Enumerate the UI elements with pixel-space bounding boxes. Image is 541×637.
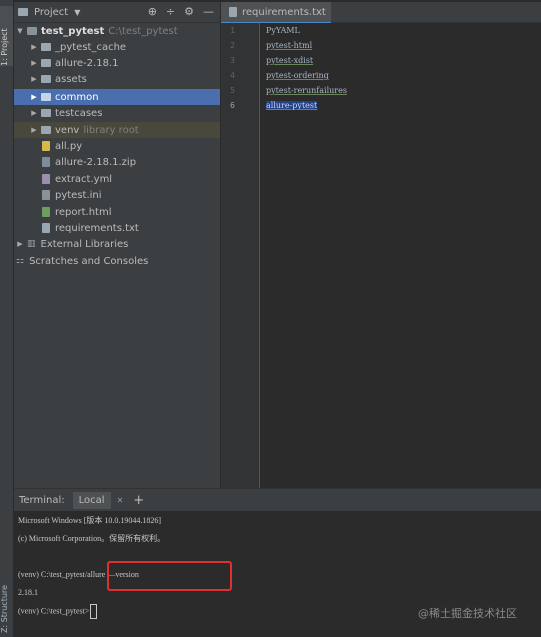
tab-local-session[interactable]: Local	[72, 491, 111, 509]
expand-arrow-icon[interactable]: ▶	[30, 59, 38, 67]
target-icon[interactable]: ⊕	[148, 5, 157, 18]
python-file-icon	[42, 141, 50, 151]
tree-item-report-html[interactable]: report.html	[14, 204, 220, 220]
tree-item-pytest-cache[interactable]: ▶ _pytest_cache	[14, 39, 220, 55]
project-tool-tab[interactable]: 1: Project	[0, 6, 13, 66]
tree-root-path: C:\test_pytest	[108, 25, 178, 37]
expand-arrow-icon[interactable]: ▶	[30, 126, 38, 134]
line-number: 1	[230, 26, 235, 35]
line-number: 4	[230, 71, 235, 80]
line-number: 3	[230, 56, 235, 65]
text-cursor	[90, 604, 98, 619]
tree-item-label: venv	[55, 124, 80, 136]
editor-tab-bar: requirements.txt	[221, 2, 541, 24]
code-line-current: allure-pytest	[266, 101, 318, 110]
folder-icon	[27, 27, 37, 35]
tree-item-requirements-txt[interactable]: requirements.txt	[14, 220, 220, 236]
tree-item-label: allure-2.18.1	[55, 57, 119, 69]
tree-item-scratches[interactable]: ⚏ Scratches and Consoles	[14, 253, 220, 269]
tree-item-assets[interactable]: ▶ assets	[14, 71, 220, 87]
code-line: PyYAML	[266, 26, 300, 35]
project-tree: ▼ test_pytest C:\test_pytest ▶ _pytest_c…	[14, 23, 220, 488]
libraries-icon: ▥	[27, 239, 36, 249]
zip-file-icon	[42, 157, 50, 167]
tree-item-all-py[interactable]: all.py	[14, 138, 220, 154]
chevron-down-icon[interactable]: ▼	[74, 8, 80, 17]
line-number: 2	[230, 41, 235, 50]
folder-icon	[41, 43, 51, 51]
split-icon[interactable]: ÷	[166, 5, 175, 18]
code-editor[interactable]: PyYAML pytest-html pytest-xdist pytest-o…	[260, 23, 541, 488]
tree-item-label: all.py	[55, 140, 83, 152]
tree-item-extract-yml[interactable]: extract.yml	[14, 171, 220, 187]
tree-item-label: common	[55, 91, 99, 103]
line-number: 5	[230, 86, 235, 95]
tree-item-allure-zip[interactable]: allure-2.18.1.zip	[14, 154, 220, 170]
terminal-line: Microsoft Windows [版本 10.0.19044.1826]	[18, 516, 162, 525]
tree-item-label: External Libraries	[40, 238, 129, 250]
tree-item-label: allure-2.18.1.zip	[55, 156, 137, 168]
gear-icon[interactable]: ⚙	[184, 5, 194, 18]
project-panel-header: Project ▼ ⊕ ÷ ⚙ —	[14, 2, 220, 23]
text-file-icon	[229, 7, 237, 17]
code-line: pytest-html	[266, 41, 313, 50]
tree-item-label: assets	[55, 73, 87, 85]
terminal-prompt-line: (venv) C:\test_pytest>	[18, 604, 98, 619]
minimize-icon[interactable]: —	[203, 5, 214, 18]
tree-item-label: report.html	[55, 206, 112, 218]
folder-icon	[41, 93, 51, 101]
terminal-line: (c) Microsoft Corporation。保留所有权利。	[18, 534, 166, 543]
tree-item-external-libraries[interactable]: ▶ ▥ External Libraries	[14, 236, 220, 252]
line-number: 6	[230, 101, 235, 110]
expand-arrow-icon[interactable]: ▶	[30, 75, 38, 83]
new-session-icon[interactable]: +	[133, 493, 144, 508]
terminal-prompt: (venv) C:\test_pytest>	[18, 606, 90, 616]
expand-arrow-icon[interactable]: ▶	[30, 43, 38, 51]
code-line: pytest-xdist	[266, 56, 314, 65]
folder-icon	[41, 59, 51, 67]
library-root-hint: library root	[83, 124, 139, 136]
folder-icon	[41, 126, 51, 134]
folder-icon	[41, 109, 51, 117]
text-file-icon	[42, 223, 50, 233]
tree-item-label: testcases	[55, 107, 103, 119]
folder-icon	[41, 75, 51, 83]
expand-arrow-icon[interactable]: ▶	[30, 93, 38, 101]
tab-label: requirements.txt	[242, 6, 326, 18]
tree-item-label: _pytest_cache	[55, 41, 127, 53]
expand-arrow-icon[interactable]: ▶	[16, 240, 24, 248]
ini-file-icon	[42, 190, 50, 200]
html-file-icon	[42, 207, 50, 217]
tree-item-label: requirements.txt	[55, 222, 139, 234]
tree-item-pytest-ini[interactable]: pytest.ini	[14, 187, 220, 203]
tree-item-allure-folder[interactable]: ▶ allure-2.18.1	[14, 55, 220, 71]
tree-item-testcases[interactable]: ▶ testcases	[14, 105, 220, 121]
tab-requirements-txt[interactable]: requirements.txt	[221, 2, 331, 24]
left-tool-strip: 1: Project Z: Structure	[0, 0, 14, 637]
tree-item-label: extract.yml	[55, 173, 113, 185]
code-line: pytest-ordering	[266, 71, 329, 80]
code-line: pytest-rerunfailures	[266, 86, 347, 95]
close-icon[interactable]: ✕	[117, 496, 124, 505]
yaml-file-icon	[42, 174, 50, 184]
expand-arrow-icon[interactable]: ▼	[16, 27, 24, 35]
project-view-selector[interactable]: Project	[34, 7, 68, 18]
scratches-icon: ⚏	[16, 256, 25, 266]
project-toolbar: ⊕ ÷ ⚙ —	[148, 5, 214, 18]
tree-root[interactable]: ▼ test_pytest C:\test_pytest	[14, 23, 220, 39]
line-number-gutter: 1 2 3 4 5 6	[221, 23, 260, 488]
project-folder-icon	[18, 8, 28, 16]
tree-item-venv[interactable]: ▶ venv library root	[14, 122, 220, 138]
terminal-line: 2.18.1	[18, 588, 38, 597]
expand-arrow-icon[interactable]: ▶	[30, 109, 38, 117]
terminal-tab-bar: Terminal: Local ✕ +	[14, 488, 541, 511]
tree-item-label: Scratches and Consoles	[29, 255, 149, 267]
structure-tool-tab[interactable]: Z: Structure	[0, 573, 13, 633]
terminal-title: Terminal:	[19, 494, 65, 506]
highlight-annotation-box	[107, 561, 232, 591]
watermark: @稀土掘金技术社区	[418, 607, 517, 620]
tree-root-name: test_pytest	[41, 25, 105, 37]
tree-item-label: pytest.ini	[55, 189, 102, 201]
tree-item-common[interactable]: ▶ common	[14, 89, 220, 105]
